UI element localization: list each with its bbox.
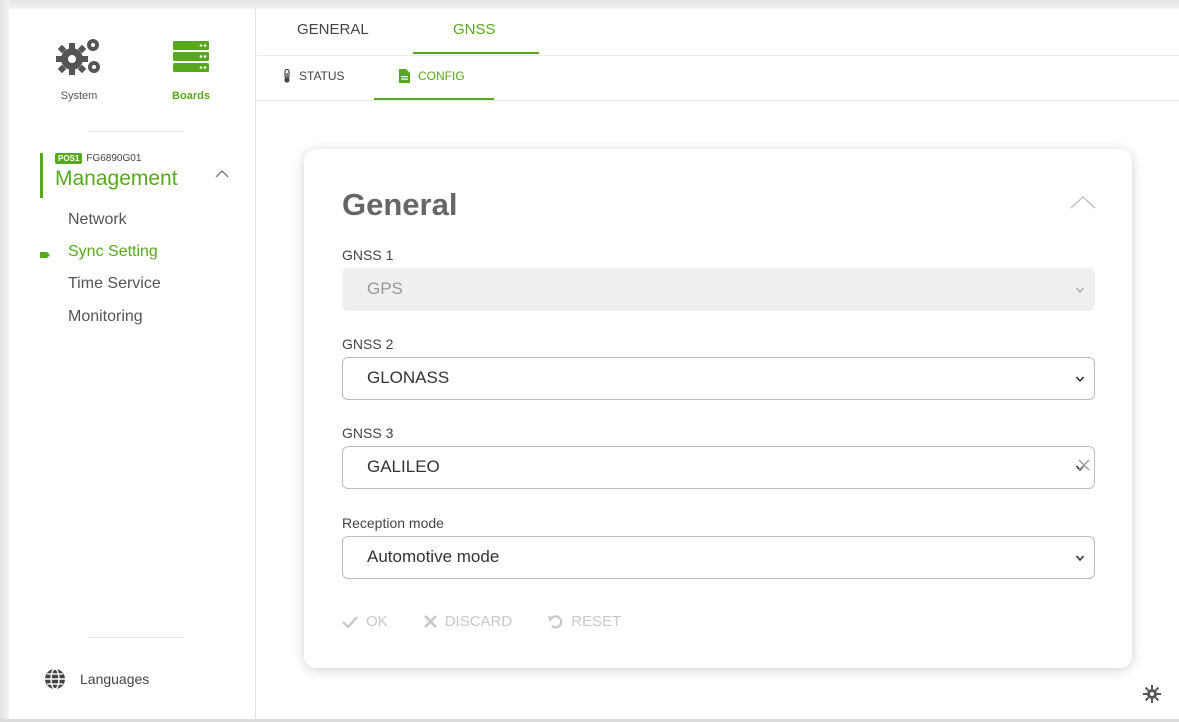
- gnss1-label: GNSS 1: [342, 247, 394, 263]
- reset-label: RESET: [571, 613, 622, 630]
- subtab-status-label: STATUS: [299, 69, 345, 83]
- close-icon[interactable]: [1078, 459, 1090, 471]
- reception-mode-select[interactable]: Automotive mode: [342, 536, 1095, 579]
- subtab-status[interactable]: STATUS: [283, 69, 345, 83]
- chevron-up-icon[interactable]: [1070, 195, 1096, 209]
- management-section-header[interactable]: POS1 FG6890G01 Management: [40, 153, 230, 198]
- gnss2-select[interactable]: GLONASS: [342, 357, 1095, 400]
- discard-label: DISCARD: [444, 613, 513, 630]
- bullet-arrow-icon: [40, 252, 50, 258]
- chevron-up-icon[interactable]: [215, 169, 229, 179]
- gnss3-label: GNSS 3: [342, 425, 394, 441]
- check-icon: [342, 615, 358, 628]
- languages-button[interactable]: Languages: [44, 668, 149, 690]
- sub-tabs: STATUS CONFIG: [257, 57, 1179, 101]
- discard-button[interactable]: DISCARD: [423, 613, 513, 630]
- form-actions: OK DISCARD RESET: [342, 613, 621, 630]
- globe-icon: [45, 668, 65, 690]
- subtab-config[interactable]: CONFIG: [399, 69, 465, 83]
- position-badge: POS1: [55, 153, 83, 164]
- sidebar-item-time-service[interactable]: Time Service: [68, 275, 161, 293]
- close-icon: [423, 615, 437, 628]
- top-icon-bar: System Boards: [9, 35, 256, 115]
- subtab-config-label: CONFIG: [418, 69, 465, 83]
- ok-label: OK: [366, 613, 388, 630]
- tab-gnss[interactable]: GNSS: [453, 21, 496, 38]
- gnss3-select[interactable]: GALILEO: [342, 446, 1095, 489]
- gear-icon[interactable]: [1143, 685, 1161, 703]
- system-label: System: [60, 90, 98, 102]
- ok-button[interactable]: OK: [342, 613, 388, 630]
- gears-icon: [56, 39, 100, 75]
- reset-button[interactable]: RESET: [548, 613, 621, 630]
- general-config-card: General GNSS 1 GPS GNSS 2 GLONASS GNSS 3…: [304, 149, 1132, 668]
- divider: [89, 131, 183, 132]
- divider: [89, 637, 183, 638]
- active-tab-indicator: [413, 52, 539, 54]
- card-title: General: [342, 187, 458, 222]
- gnss1-select: GPS: [342, 268, 1095, 311]
- server-stack-icon: [173, 41, 209, 72]
- boards-label: Boards: [172, 90, 210, 102]
- section-title: Management: [55, 167, 178, 190]
- main-tabs: GENERAL GNSS: [257, 9, 1179, 56]
- gnss2-label: GNSS 2: [342, 336, 394, 352]
- gnss3-value: GALILEO: [367, 457, 440, 476]
- sidebar-item-sync-setting[interactable]: Sync Setting: [68, 243, 158, 261]
- reset-icon: [548, 615, 563, 629]
- sidebar-item-network[interactable]: Network: [68, 211, 127, 229]
- chevron-down-icon: [1076, 555, 1084, 561]
- sidebar-item-monitoring[interactable]: Monitoring: [68, 308, 143, 326]
- boards-button[interactable]: Boards: [151, 35, 231, 102]
- gnss1-value: GPS: [367, 279, 403, 298]
- document-icon: [399, 69, 410, 83]
- board-id: FG6890G01: [86, 153, 142, 164]
- chevron-down-icon: [1076, 376, 1084, 382]
- gnss2-value: GLONASS: [367, 368, 450, 387]
- reception-mode-label: Reception mode: [342, 515, 444, 531]
- system-button[interactable]: System: [39, 35, 119, 102]
- tab-general[interactable]: GENERAL: [297, 21, 369, 38]
- thermometer-icon: [284, 69, 290, 83]
- languages-label: Languages: [80, 671, 150, 687]
- sidebar: System Boards POS1 FG6890G01 Management …: [9, 9, 256, 719]
- chevron-down-icon: [1076, 287, 1084, 293]
- active-subtab-indicator: [374, 98, 494, 100]
- reception-mode-value: Automotive mode: [367, 547, 500, 566]
